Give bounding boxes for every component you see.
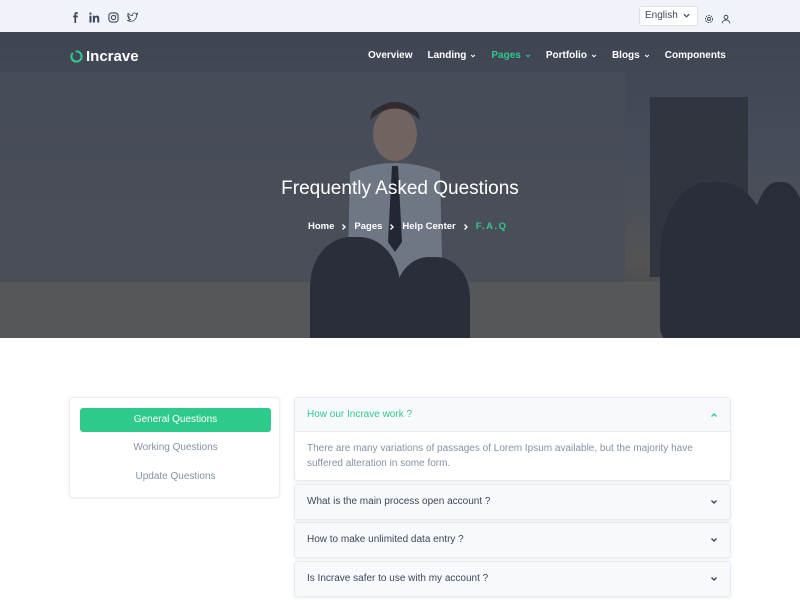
nav-item-components[interactable]: Components [665, 50, 726, 61]
faq-item: What is the main process open account ? [294, 484, 731, 520]
brand-logo[interactable]: Incrave [70, 48, 139, 65]
breadcrumb-help-center[interactable]: Help Center [402, 221, 455, 232]
faq-question: How to make unlimited data entry ? [307, 534, 464, 545]
nav-item-label: Components [664, 50, 726, 61]
breadcrumb: Home Pages Help Center F.A.Q [308, 221, 508, 232]
settings-icon[interactable] [704, 11, 714, 24]
chevron-down-icon [711, 538, 717, 542]
chevron-up-icon [711, 413, 717, 417]
faq-question: How our Incrave work ? [307, 409, 413, 420]
faq-answer: There are many variations of passages of… [295, 432, 730, 480]
chevron-right-icon [342, 223, 347, 230]
chevron-down-icon [591, 54, 597, 57]
user-icon[interactable] [721, 11, 731, 24]
faq-question-toggle[interactable]: Is Incrave safer to use with my account … [295, 562, 730, 596]
breadcrumb-current: F.A.Q [475, 221, 508, 232]
breadcrumb-pages[interactable]: Pages [354, 221, 382, 232]
nav-item-blogs[interactable]: Blogs [612, 50, 650, 61]
facebook-icon[interactable] [70, 10, 81, 23]
chevron-down-icon [711, 500, 717, 504]
category-general-questions[interactable]: General Questions [80, 408, 271, 432]
nav-item-overview[interactable]: Overview [368, 50, 412, 61]
chevron-right-icon [390, 223, 395, 230]
nav-item-label: Pages [491, 50, 521, 61]
faq-item: Is Incrave safer to use with my account … [294, 561, 731, 597]
language-select[interactable]: English [639, 6, 698, 26]
faq-item: How to make unlimited data entry ? [294, 522, 731, 558]
linkedin-icon[interactable] [89, 10, 100, 23]
top-bar: English [0, 0, 800, 32]
category-update-questions[interactable]: Update Questions [80, 465, 271, 489]
chevron-down-icon [682, 11, 691, 20]
page-title: Frequently Asked Questions [281, 178, 519, 199]
faq-question: What is the main process open account ? [307, 496, 491, 507]
faq-question-toggle[interactable]: How our Incrave work ? [295, 398, 730, 432]
nav-item-label: Blogs [611, 50, 640, 61]
nav-item-label: Landing [427, 50, 467, 61]
chevron-down-icon [525, 54, 531, 57]
chevron-down-icon [711, 577, 717, 581]
faq-question-toggle[interactable]: How to make unlimited data entry ? [295, 523, 730, 557]
chevron-down-icon [471, 54, 476, 57]
nav-item-landing[interactable]: Landing [427, 50, 476, 61]
language-select-value: English [645, 10, 678, 21]
nav-item-label: Overview [368, 50, 413, 61]
faq-question-toggle[interactable]: What is the main process open account ? [295, 485, 730, 519]
twitter-icon[interactable] [126, 10, 139, 22]
brand-name: Incrave [86, 48, 139, 65]
category-working-questions[interactable]: Working Questions [80, 436, 271, 460]
faq-question: Is Incrave safer to use with my account … [307, 573, 489, 584]
nav-item-pages[interactable]: Pages [491, 50, 531, 61]
main-nav: Overview Landing Pages Portfolio Blogs C… [368, 50, 741, 61]
chevron-down-icon [644, 54, 649, 57]
logo-mark-icon [70, 50, 83, 63]
chevron-right-icon [463, 223, 468, 230]
nav-item-portfolio[interactable]: Portfolio [546, 50, 597, 61]
breadcrumb-home[interactable]: Home [308, 221, 334, 232]
instagram-icon[interactable] [108, 10, 119, 23]
faq-category-sidebar: General Questions Working Questions Upda… [69, 397, 280, 498]
faq-item: How our Incrave work ? There are many va… [294, 397, 731, 481]
nav-item-label: Portfolio [545, 50, 587, 61]
social-links [70, 10, 139, 23]
